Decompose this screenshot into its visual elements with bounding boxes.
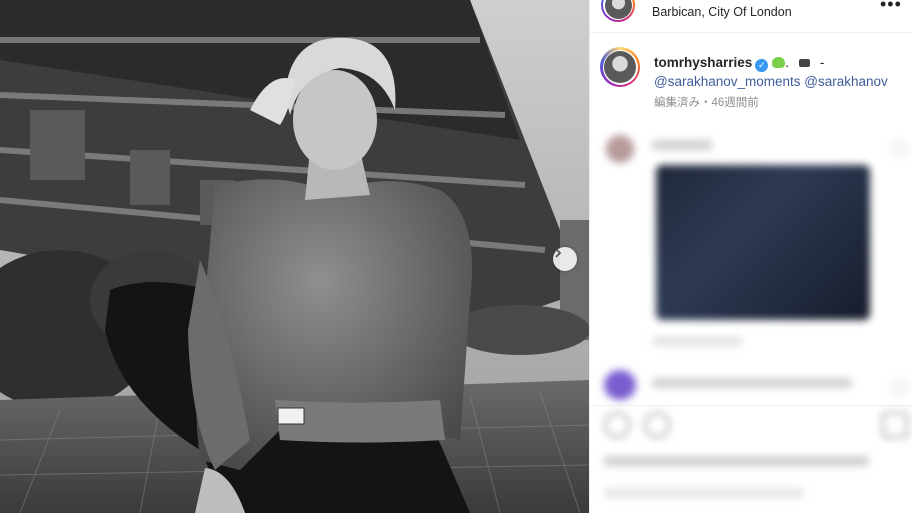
comment-like-icon	[892, 380, 906, 394]
avatar	[604, 51, 636, 83]
mention-link-sarakhanov-moments[interactable]: @sarakhanov_moments	[654, 74, 801, 89]
comment-like-icon	[892, 142, 906, 156]
likes-text-blurred	[604, 456, 869, 466]
caption-dash: -	[819, 55, 825, 70]
next-photo-button[interactable]	[553, 247, 577, 271]
post-photo	[0, 0, 589, 513]
chevron-right-icon	[555, 248, 562, 258]
more-dots-icon: •••	[880, 0, 902, 14]
post-location-link[interactable]: Barbican, City Of London	[652, 5, 792, 19]
comment-icon	[644, 412, 670, 438]
like-icon	[604, 412, 630, 438]
frog-emoji-icon	[772, 57, 786, 68]
avatar	[604, 0, 632, 19]
avatar-ring	[600, 47, 640, 87]
photo-image	[0, 0, 589, 513]
comment-meta-blurred	[652, 337, 742, 346]
caption-username-link[interactable]: tomrhysharries	[654, 55, 752, 70]
comment-text-blurred	[652, 140, 712, 150]
avatar-ring	[601, 0, 635, 22]
header-divider	[589, 32, 912, 33]
mention-link-sarakhanov[interactable]: @sarakhanov	[804, 74, 888, 89]
comment-image-blurred	[656, 165, 870, 320]
timestamp-blurred	[604, 488, 804, 498]
actions-divider	[589, 405, 912, 406]
comment-avatar	[606, 135, 634, 163]
caption-author-avatar[interactable]	[600, 47, 640, 87]
caption-emoji-tail: .	[785, 55, 790, 70]
post-actions-blurred	[604, 412, 908, 438]
verified-badge-icon: ✓	[755, 59, 769, 72]
save-icon	[882, 412, 908, 438]
post-caption: tomrhysharries ✓. - @sarakhanov_moments @…	[654, 53, 904, 91]
camera-emoji-icon	[799, 59, 811, 67]
comment-text-blurred	[652, 378, 852, 388]
post-header-avatar[interactable]	[601, 0, 635, 22]
caption-meta: 編集済み・46週間前	[654, 97, 759, 109]
comment-avatar	[604, 370, 636, 400]
more-options-button[interactable]: •••	[880, 0, 902, 15]
